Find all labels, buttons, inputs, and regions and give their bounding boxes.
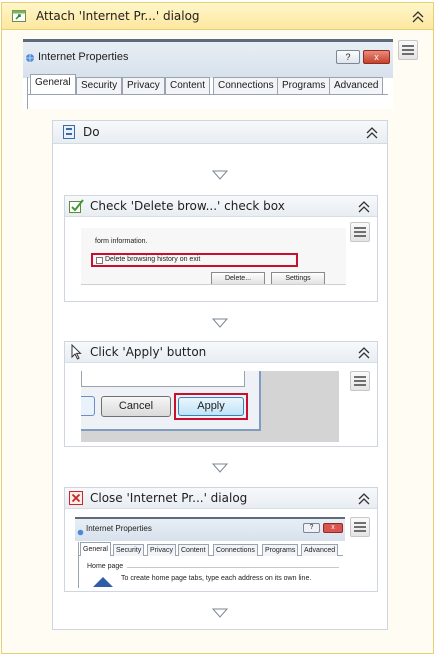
click-activity[interactable]: Click 'Apply' button Cancel Apply (64, 341, 378, 447)
close-activity-header[interactable]: Close 'Internet Pr...' dialog (65, 488, 377, 509)
home-page-label: Home page (87, 563, 124, 570)
home-page-hint: To create home page tabs, type each addr… (121, 575, 312, 582)
check-menu-icon[interactable] (350, 222, 370, 242)
triangle-down-icon[interactable] (211, 462, 229, 473)
tab-security-preview: Security (76, 77, 123, 94)
close-tab-security: Security (113, 544, 145, 556)
close-preview-close: x (323, 523, 343, 533)
close-preview-title: Internet Properties (86, 524, 152, 533)
help-button-preview: ? (336, 50, 360, 64)
close-preview-help: ? (303, 523, 320, 533)
tab-advanced-preview: Advanced (329, 77, 384, 94)
globe-icon (77, 525, 84, 536)
preview-text-line: form information. (95, 238, 148, 245)
tab-programs-preview: Programs (277, 77, 331, 94)
tab-general-preview: General (30, 74, 76, 94)
attach-menu-icon[interactable] (398, 40, 418, 60)
tab-privacy-preview: Privacy (122, 77, 165, 94)
close-button-preview: x (363, 50, 390, 64)
triangle-down-icon[interactable] (211, 317, 229, 328)
checkbox-preview (96, 257, 103, 264)
close-window-icon (68, 490, 84, 506)
click-activity-title: Click 'Apply' button (90, 345, 207, 359)
close-preview-image: Internet Properties ? x General Security… (75, 517, 345, 588)
close-tab-programs: Programs (262, 544, 299, 556)
check-activity-title: Check 'Delete brow...' check box (90, 199, 285, 213)
triangle-down-icon[interactable] (211, 607, 229, 618)
close-activity[interactable]: Close 'Internet Pr...' dialog Internet P… (64, 487, 378, 592)
pointer-icon (68, 343, 84, 360)
attach-dialog-activity[interactable]: Attach 'Internet Pr...' dialog Internet … (1, 2, 434, 654)
attach-window-icon (11, 8, 27, 24)
attach-activity-title: Attach 'Internet Pr...' dialog (36, 9, 200, 23)
collapse-do-icon[interactable] (365, 127, 379, 139)
tab-content-preview: Content (165, 77, 211, 94)
triangle-down-icon[interactable] (211, 169, 229, 180)
do-sequence-header[interactable]: Do (53, 121, 387, 144)
check-activity-header[interactable]: Check 'Delete brow...' check box (65, 196, 377, 217)
cancel-button-preview: Cancel (101, 396, 171, 417)
globe-icon (25, 52, 35, 62)
close-tab-connections: Connections (213, 544, 258, 556)
window-preview-image: Internet Properties ? x General Security… (23, 39, 393, 109)
collapse-check-icon[interactable] (357, 201, 371, 213)
collapse-close-icon[interactable] (357, 493, 371, 505)
checkbox-preview-image: form information. Delete browsing histor… (81, 228, 346, 285)
do-sequence-title: Do (83, 125, 100, 139)
checkbox-label-preview: Delete browsing history on exit (105, 256, 201, 263)
close-tab-advanced: Advanced (301, 544, 339, 556)
sequence-icon (61, 124, 77, 140)
close-tab-general: General (80, 542, 111, 556)
apply-preview-image: Cancel Apply (81, 371, 339, 442)
do-sequence[interactable]: Do Check 'Delete brow...' check box form… (52, 120, 388, 630)
click-activity-header[interactable]: Click 'Apply' button (65, 342, 377, 363)
check-icon (68, 198, 84, 214)
close-tab-privacy: Privacy (147, 544, 176, 556)
check-activity[interactable]: Check 'Delete brow...' check box form in… (64, 195, 378, 302)
collapse-click-icon[interactable] (357, 347, 371, 359)
tab-connections-preview: Connections (213, 77, 279, 94)
click-menu-icon[interactable] (350, 371, 370, 391)
collapse-outer-icon[interactable] (411, 11, 425, 23)
window-preview-title: Internet Properties (38, 51, 129, 63)
home-page-icon (93, 575, 113, 587)
attach-activity-header[interactable]: Attach 'Internet Pr...' dialog (2, 3, 433, 30)
apply-button-preview: Apply (178, 397, 244, 416)
close-menu-icon[interactable] (350, 517, 370, 537)
close-tab-content: Content (178, 544, 209, 556)
close-activity-title: Close 'Internet Pr...' dialog (90, 491, 248, 505)
